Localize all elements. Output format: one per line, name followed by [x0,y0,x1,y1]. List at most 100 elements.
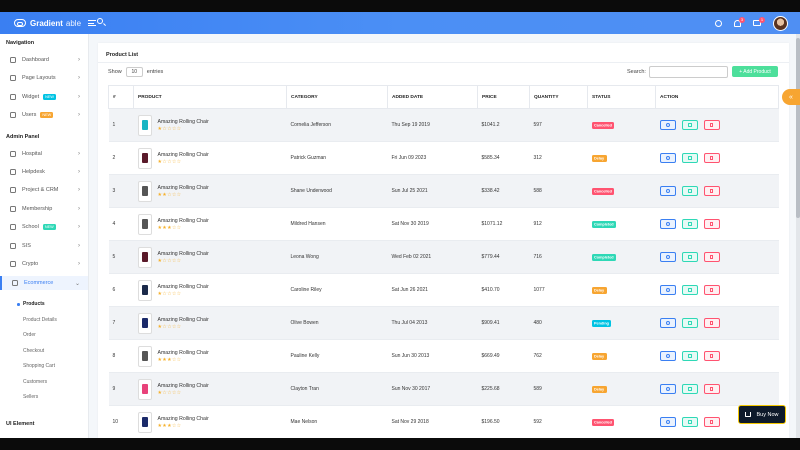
delete-button[interactable] [703,219,720,229]
table-row[interactable]: 8 Amazing Rolling Chair ★★★☆☆ Pauline Kelly… [108,339,779,373]
product-text: Amazing Rolling Chair ★☆☆☆☆ [158,119,209,132]
view-button[interactable] [659,351,676,361]
sidebar-subitem-products[interactable]: Products [17,301,45,307]
table-row[interactable]: 6 Amazing Rolling Chair ★☆☆☆☆ Caroline Rile… [108,273,779,307]
category-cell: Cornelia Jefferson [286,108,388,142]
view-button[interactable] [659,318,676,328]
table-row[interactable]: 10 Amazing Rolling Chair ★★★☆☆ Mae Nelson Sa… [108,405,779,438]
add-product-button[interactable]: + Add Product [732,66,778,77]
delete-button[interactable] [703,120,720,130]
product-thumbnail[interactable] [137,378,152,400]
product-image [141,417,148,427]
sidebar-item-sis[interactable]: SIS › [0,239,88,253]
sidebar-subitem-checkout[interactable]: Checkout [23,348,44,354]
user-avatar[interactable] [773,15,788,31]
row-actions [659,384,779,394]
logo-subtext: able [65,18,82,28]
sidebar-item-widget[interactable]: Widget NEW › [0,90,88,104]
edit-icon [687,189,692,193]
sidebar-subitem-order[interactable]: Order [23,332,36,338]
sidebar-item-page-layouts[interactable]: Page Layouts › [0,71,88,85]
table-row[interactable]: 1 Amazing Rolling Chair ★☆☆☆☆ Cornelia Jeff… [108,108,779,142]
sidebar-item-school[interactable]: School NEW › [0,220,88,234]
product-thumbnail[interactable] [137,411,152,433]
delete-button[interactable] [703,417,720,427]
sidebar-item-helpdesk[interactable]: Helpdesk › [0,165,88,179]
view-button[interactable] [659,384,676,394]
sidebar-item-dashboard[interactable]: Dashboard › [0,53,88,67]
table-row[interactable]: 2 Amazing Rolling Chair ★☆☆☆☆ Patrick Guzma… [108,141,779,175]
brand-logo[interactable]: Gradient able [14,19,81,28]
eye-icon [665,288,670,292]
edit-button[interactable] [681,219,698,229]
product-thumbnail[interactable] [137,213,152,235]
delete-button[interactable] [703,153,720,163]
sidebar-subitem-sellers[interactable]: Sellers [23,394,38,400]
action-cell [655,372,779,406]
product-thumbnail[interactable] [137,279,152,301]
sidebar-item-crypto[interactable]: Crypto › [0,257,88,271]
edit-icon [687,321,692,325]
eye-icon [665,354,670,358]
mail-icon[interactable]: 1 [753,17,765,26]
delete-button[interactable] [703,252,720,262]
edit-icon [687,387,692,391]
row-number: 5 [108,240,134,274]
trash-icon [709,354,714,358]
table-row[interactable]: 5 Amazing Rolling Chair ★☆☆☆☆ Leona Wong Wed… [108,240,779,274]
view-button[interactable] [659,417,676,427]
rating-stars: ★☆☆☆☆ [157,158,182,165]
delete-button[interactable] [703,285,720,295]
delete-button[interactable] [703,351,720,361]
search-icon[interactable] [97,18,103,24]
product-thumbnail[interactable] [137,114,152,136]
edit-button[interactable] [681,417,698,427]
status-cell: Cancelled [587,108,656,142]
product-thumbnail[interactable] [137,345,152,367]
sidebar-item-users[interactable]: Users NEW › [0,108,88,122]
table-row[interactable]: 4 Amazing Rolling Chair ★★★☆☆ Mildred Hanse… [108,207,779,241]
edit-button[interactable] [681,153,698,163]
view-button[interactable] [659,120,676,130]
entries-select[interactable]: 10 [125,67,143,77]
edit-button[interactable] [681,186,698,196]
sidebar-subitem-shopping-cart[interactable]: Shopping Cart [23,363,55,369]
search-input[interactable] [648,66,728,78]
product-thumbnail[interactable] [137,147,152,169]
sidebar-item-project-crm[interactable]: Project & CRM › [0,183,88,197]
view-button[interactable] [659,153,676,163]
sidebar-subitem-customers[interactable]: Customers [23,379,47,385]
bell-icon[interactable]: 3 [734,16,745,27]
customizer-toggle-button[interactable]: « [782,89,800,105]
view-button[interactable] [659,186,676,196]
sidebar-item-hospital[interactable]: Hospital › [0,147,88,161]
edit-button[interactable] [681,318,698,328]
menu-toggle-icon[interactable] [88,20,97,26]
category-cell: Patrick Guzman [286,141,388,175]
delete-button[interactable] [703,186,720,196]
edit-button[interactable] [681,384,698,394]
status-badge: Completed [591,253,617,261]
delete-button[interactable] [703,384,720,394]
settings-icon[interactable] [715,19,722,27]
edit-button[interactable] [681,120,698,130]
view-button[interactable] [659,252,676,262]
product-thumbnail[interactable] [137,246,152,268]
product-thumbnail[interactable] [137,180,152,202]
edit-button[interactable] [681,351,698,361]
delete-button[interactable] [703,318,720,328]
table-row[interactable]: 9 Amazing Rolling Chair ★☆☆☆☆ Clayton Tran S… [108,372,779,406]
buy-now-button[interactable]: Buy Now [738,405,786,424]
edit-button[interactable] [681,252,698,262]
sidebar-item-membership[interactable]: Membership › [0,202,88,216]
product-thumbnail[interactable] [137,312,152,334]
sidebar-subitem-product-details[interactable]: Product Details [23,317,57,323]
table-row[interactable]: 3 Amazing Rolling Chair ★★☆☆☆ Shane Underwo… [108,174,779,208]
view-button[interactable] [659,285,676,295]
sidebar-item-ecommerce[interactable]: Ecommerce ⌄ [0,276,88,290]
scrollbar-thumb[interactable] [796,38,800,218]
row-actions [659,351,779,361]
view-button[interactable] [659,219,676,229]
table-row[interactable]: 7 Amazing Rolling Chair ★☆☆☆☆ Olive Bowen Th… [108,306,779,340]
edit-button[interactable] [681,285,698,295]
